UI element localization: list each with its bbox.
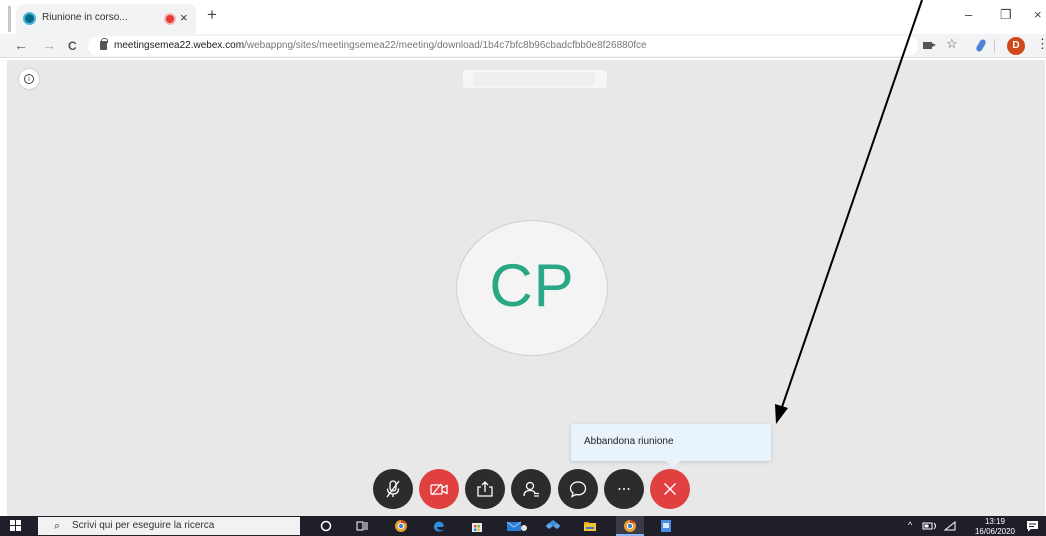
back-button[interactable]: ← [14, 37, 28, 53]
participant-initials: CP [489, 252, 575, 319]
meeting-info-button[interactable]: i [19, 69, 39, 89]
tray-expand-icon[interactable]: ^ [908, 520, 912, 530]
taskbar-search-box[interactable]: ⌕ Scrivi qui per eseguire la ricerca [38, 517, 300, 535]
info-icon: i [24, 74, 34, 84]
network-icon[interactable] [944, 521, 956, 531]
task-view-icon[interactable] [355, 519, 369, 533]
window-minimize-button[interactable]: – [965, 8, 972, 22]
close-icon [664, 483, 676, 495]
file-explorer-icon[interactable] [583, 519, 597, 533]
search-placeholder: Scrivi qui per eseguire la ricerca [72, 520, 215, 531]
new-tab-button[interactable]: + [207, 6, 217, 24]
share-icon [477, 481, 493, 497]
forward-button[interactable]: → [42, 37, 56, 53]
chat-icon [569, 481, 587, 498]
mute-microphone-button[interactable] [373, 469, 413, 509]
windows-taskbar: ⌕ Scrivi qui per eseguire la ricerca ^ 1… [0, 516, 1046, 536]
url-host: meetingsemea22.webex.com [114, 40, 245, 51]
webex-favicon-icon [23, 12, 36, 25]
tab-close-button[interactable]: × [180, 10, 188, 25]
url-path: /webappng/sites/meetingsemea22/meeting/d… [244, 40, 647, 51]
meeting-stage: i CP Abbandona riunione [7, 60, 1045, 516]
share-content-button[interactable] [465, 469, 505, 509]
taskbar-chrome-active[interactable] [616, 516, 644, 536]
toolbar-divider [994, 39, 995, 53]
more-options-button[interactable] [604, 469, 644, 509]
tooltip-text: Abbandona riunione [584, 436, 674, 447]
recording-indicator-icon [166, 15, 174, 23]
tab-strip-edge [8, 6, 11, 32]
mail-icon[interactable] [506, 519, 528, 533]
microphone-off-icon [386, 480, 400, 498]
participants-button[interactable] [511, 469, 551, 509]
bookmark-star-icon[interactable]: ☆ [946, 37, 958, 51]
address-bar[interactable]: meetingsemea22.webex.com/webappng/sites/… [88, 36, 918, 56]
lock-icon [100, 38, 108, 50]
taskbar-date[interactable]: 16/06/2020 [966, 527, 1024, 536]
cortana-icon[interactable] [319, 519, 333, 533]
profile-avatar[interactable]: D [1007, 37, 1025, 55]
taskbar-time[interactable]: 13:19 [970, 517, 1020, 526]
battery-icon[interactable] [922, 521, 938, 531]
browser-menu-icon[interactable]: ⋮ [1036, 37, 1046, 51]
tooltip-pointer [666, 461, 680, 468]
browser-tab-strip: Riunione in corso... × + – ❐ × [0, 0, 1046, 34]
camera-in-use-icon[interactable] [923, 42, 936, 49]
notifications-icon[interactable] [1026, 520, 1039, 532]
reload-button[interactable]: C [68, 38, 77, 54]
chat-button[interactable] [558, 469, 598, 509]
participant-avatar: CP [456, 220, 608, 356]
windows-start-icon[interactable] [10, 520, 22, 532]
document-app-icon[interactable] [659, 519, 673, 533]
browser-toolbar: ← → C meetingsemea22.webex.com/webappng/… [0, 34, 1046, 58]
browser-tab-meeting[interactable]: Riunione in corso... × [16, 4, 196, 34]
window-restore-button[interactable]: ❐ [1000, 8, 1012, 22]
more-icon [618, 488, 630, 490]
participants-icon [523, 481, 539, 497]
chrome-active-icon [624, 520, 636, 532]
url-text: meetingsemea22.webex.com/webappng/sites/… [114, 40, 647, 51]
chrome-icon[interactable] [394, 519, 408, 533]
leave-meeting-button[interactable] [650, 469, 690, 509]
tab-title: Riunione in corso... [42, 12, 128, 23]
edge-icon[interactable] [432, 519, 446, 533]
stop-video-button[interactable] [419, 469, 459, 509]
dropbox-icon[interactable] [546, 519, 560, 533]
store-icon[interactable] [470, 519, 484, 533]
leave-meeting-tooltip: Abbandona riunione [571, 424, 771, 461]
search-icon: ⌕ [54, 520, 61, 532]
window-close-button[interactable]: × [1034, 8, 1042, 22]
meeting-title-placeholder [463, 70, 607, 88]
video-off-icon [430, 483, 448, 496]
extension-icon[interactable] [975, 38, 987, 53]
